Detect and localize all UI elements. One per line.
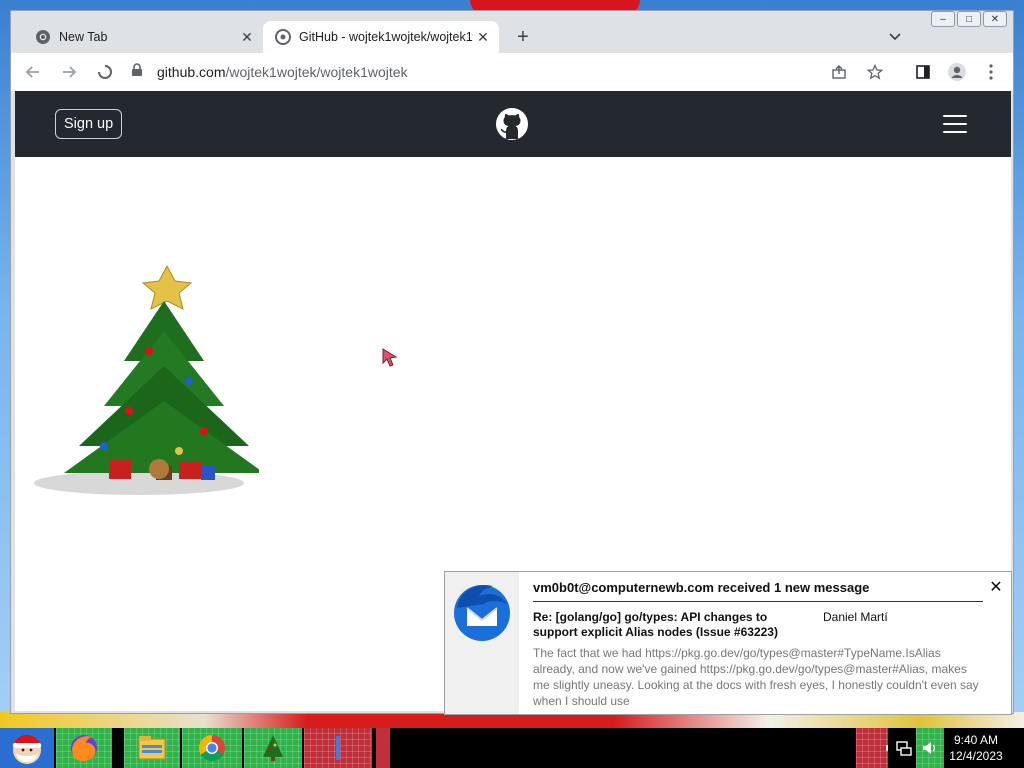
- notification-sender: Daniel Martí: [823, 610, 888, 624]
- taskbar-window-thumb: [336, 736, 340, 760]
- hamburger-menu-icon[interactable]: [943, 115, 967, 133]
- url-path: /wojtek1wojtek/wojtek1wojtek: [225, 64, 408, 80]
- github-header: Sign up: [15, 91, 1011, 157]
- mouse-cursor-icon: [382, 348, 398, 367]
- back-button[interactable]: [19, 58, 47, 86]
- window-controls: – □ ✕: [931, 11, 1007, 27]
- taskbar-firefox[interactable]: [56, 728, 112, 768]
- speaker-icon: [923, 742, 936, 754]
- tray-show-hidden[interactable]: [856, 728, 888, 768]
- notification-icon-panel: [445, 572, 519, 714]
- close-window-button[interactable]: ✕: [983, 11, 1007, 27]
- github-favicon: [275, 29, 291, 45]
- system-clock[interactable]: 9:40 AM 12/4/2023: [944, 732, 1008, 764]
- maximize-button[interactable]: □: [957, 11, 981, 27]
- mail-notification[interactable]: vm0b0t@computernewb.com received 1 new m…: [444, 571, 1012, 715]
- notification-close-icon[interactable]: ✕: [987, 578, 1005, 596]
- bookmark-star-icon[interactable]: [861, 58, 889, 86]
- chrome-icon: [198, 734, 225, 762]
- taskbar-file-explorer[interactable]: [124, 728, 180, 768]
- loading-spinner-icon: [98, 65, 112, 79]
- start-button[interactable]: [0, 728, 54, 768]
- new-tab-button[interactable]: +: [511, 25, 535, 49]
- arrow-left-icon: [25, 66, 39, 78]
- notification-body: The fact that we had https://pkg.go.dev/…: [533, 646, 979, 708]
- notification-subject: Re: [golang/go] go/types: API changes to…: [533, 610, 778, 639]
- firefox-icon: [71, 735, 97, 762]
- file-explorer-icon: [138, 736, 166, 760]
- url-text[interactable]: github.com/wojtek1wojtek/wojtek1wojtek: [157, 64, 408, 80]
- chevron-down-icon: [889, 33, 901, 41]
- taskbar-christmas-tree[interactable]: [244, 728, 302, 768]
- menu-kebab-icon[interactable]: [977, 58, 1005, 86]
- santa-start-icon: [13, 734, 41, 764]
- christmas-tree-image: [34, 264, 259, 495]
- taskbar-divider: [376, 728, 390, 768]
- chrome-icon: [36, 30, 50, 44]
- stop-loading-button[interactable]: [91, 58, 119, 86]
- lock-icon: [131, 62, 145, 82]
- tab-search-button[interactable]: [883, 25, 907, 49]
- christmas-tree-icon: [263, 735, 283, 761]
- tray-volume[interactable]: [916, 728, 944, 768]
- browser-toolbar: github.com/wojtek1wojtek/wojtek1wojtek: [11, 53, 1013, 91]
- notification-title: vm0b0t@computernewb.com received 1 new m…: [533, 580, 983, 602]
- network-icon: [896, 741, 912, 756]
- clock-time: 9:40 AM: [953, 733, 999, 747]
- sign-up-button[interactable]: Sign up: [55, 109, 123, 139]
- tab-new-tab[interactable]: New Tab ✕: [23, 21, 263, 53]
- tab-github[interactable]: GitHub - wojtek1wojtek/wojtek1wojtek ✕: [263, 21, 499, 53]
- toolbar-right: [909, 58, 1005, 86]
- tab-close-icon[interactable]: ✕: [237, 27, 257, 47]
- tab-strip: New Tab ✕ GitHub - wojtek1wojtek/wojtek1…: [11, 11, 1013, 53]
- forward-button[interactable]: [55, 58, 83, 86]
- taskbar-spacer: [114, 728, 124, 768]
- side-panel-icon[interactable]: [909, 58, 937, 86]
- github-logo-icon[interactable]: [495, 107, 529, 141]
- arrow-right-icon: [63, 66, 77, 78]
- tray-dot: [886, 745, 888, 751]
- tab-close-icon[interactable]: ✕: [473, 27, 493, 47]
- taskbar: 9:40 AM 12/4/2023: [0, 728, 1024, 768]
- clock-date: 12/4/2023: [949, 749, 1003, 763]
- tab-title: New Tab: [59, 30, 108, 44]
- thunderbird-icon: [454, 585, 510, 641]
- taskbar-chrome[interactable]: [182, 728, 242, 768]
- taskbar-window-button[interactable]: [304, 728, 372, 768]
- minimize-button[interactable]: –: [931, 11, 955, 27]
- omnibox-actions: [825, 57, 893, 87]
- tab-title: GitHub - wojtek1wojtek/wojtek1wojtek: [299, 30, 473, 44]
- profile-avatar-icon[interactable]: [943, 58, 971, 86]
- share-icon[interactable]: [825, 58, 853, 86]
- address-bar[interactable]: github.com/wojtek1wojtek/wojtek1wojtek: [123, 57, 893, 87]
- url-host: github.com: [157, 64, 226, 80]
- tray-network[interactable]: [892, 728, 916, 768]
